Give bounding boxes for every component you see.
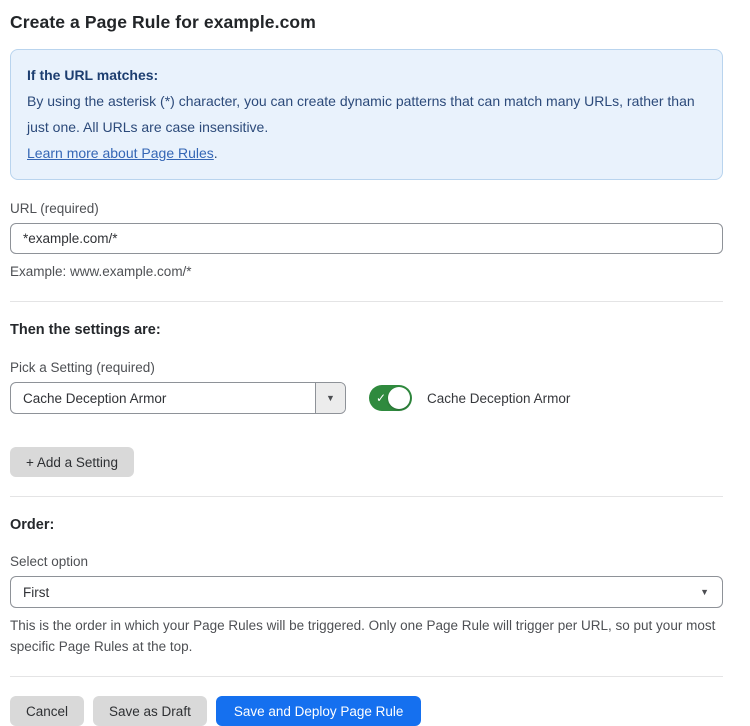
setting-toggle[interactable]: ✓ [369,385,412,411]
info-box-heading: If the URL matches: [27,62,706,88]
settings-section-heading: Then the settings are: [10,322,723,338]
cancel-button[interactable]: Cancel [10,696,84,726]
save-as-draft-button[interactable]: Save as Draft [93,696,207,726]
url-match-info-box: If the URL matches: By using the asteris… [10,49,723,180]
chevron-down-icon: ▼ [700,588,709,597]
check-icon: ✓ [376,391,386,405]
link-period: . [214,145,218,161]
section-divider [10,301,723,302]
setting-select-value: Cache Deception Armor [11,383,315,413]
info-box-body: By using the asterisk (*) character, you… [27,88,706,140]
learn-more-link[interactable]: Learn more about Page Rules [27,145,214,161]
setting-picker-label: Pick a Setting (required) [10,360,723,375]
section-divider [10,676,723,677]
setting-row: Cache Deception Armor ▼ ✓ Cache Deceptio… [10,382,723,414]
setting-toggle-label: Cache Deception Armor [427,391,570,406]
setting-select[interactable]: Cache Deception Armor ▼ [10,382,346,414]
page-title: Create a Page Rule for example.com [10,12,723,33]
page-rule-form: Create a Page Rule for example.com If th… [0,0,750,726]
toggle-knob [388,387,410,409]
save-and-deploy-button[interactable]: Save and Deploy Page Rule [216,696,422,726]
order-select-arrow: ▼ [700,577,722,607]
url-input[interactable] [10,223,723,254]
add-setting-button[interactable]: + Add a Setting [10,447,134,477]
order-select[interactable]: First ▼ [10,576,723,608]
order-help-text: This is the order in which your Page Rul… [10,615,723,657]
form-actions: Cancel Save as Draft Save and Deploy Pag… [10,696,723,726]
url-example-text: Example: www.example.com/* [10,261,723,282]
order-select-label: Select option [10,554,723,569]
chevron-down-icon: ▼ [326,394,335,403]
order-section-heading: Order: [10,517,723,533]
setting-select-arrow-button[interactable]: ▼ [315,383,345,413]
section-divider [10,496,723,497]
setting-toggle-group: ✓ Cache Deception Armor [369,385,570,411]
url-field-label: URL (required) [10,201,723,216]
order-select-value: First [11,577,700,607]
info-box-link-line: Learn more about Page Rules. [27,140,706,166]
